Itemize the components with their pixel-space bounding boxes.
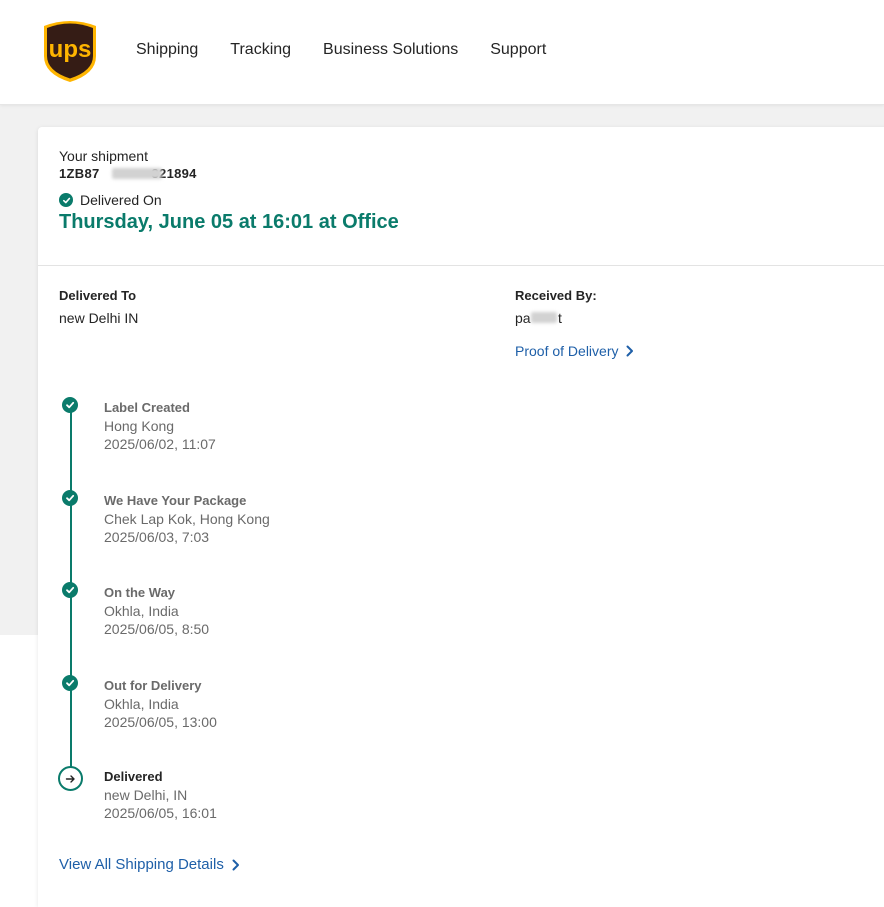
arrow-right-circle-icon: [58, 766, 83, 791]
step-title: Delivered: [104, 769, 163, 784]
tracking-redaction: [112, 168, 162, 179]
shipment-summary: Your shipment 1ZB87 321894 Delivered On T…: [38, 127, 884, 266]
step-title: On the Way: [104, 585, 176, 600]
tracking-card: Your shipment 1ZB87 321894 Delivered On T…: [38, 127, 884, 907]
step-title: We Have Your Package: [104, 493, 247, 508]
check-circle-icon: [62, 397, 78, 413]
step-location: Chek Lap Kok, Hong Kong: [104, 511, 270, 527]
step-details: Out for Delivery Okhla, India 2025/06/05…: [104, 677, 217, 731]
ups-logo[interactable]: ups: [41, 18, 99, 84]
step-details: Delivered new Delhi, IN 2025/06/05, 16:0…: [104, 768, 217, 822]
delivered-on-label: Delivered On: [80, 192, 162, 208]
step-location: Okhla, India: [104, 696, 179, 712]
your-shipment-heading: Your shipment: [59, 148, 148, 164]
step-time: 2025/06/03, 7:03: [104, 529, 210, 545]
step-time: 2025/06/05, 13:00: [104, 714, 217, 730]
step-details: On the Way Okhla, India 2025/06/05, 8:50: [104, 584, 209, 638]
received-by-redaction: [531, 312, 557, 323]
step-title: Out for Delivery: [104, 678, 202, 693]
received-by-value: pa: [515, 310, 531, 326]
svg-text:ups: ups: [49, 36, 92, 63]
delivery-date: Thursday, June 05 at 16:01 at Office: [59, 211, 399, 233]
chevron-right-icon: [232, 859, 239, 870]
received-by-label: Received By:: [515, 288, 597, 303]
chevron-right-icon: [626, 345, 634, 357]
step-details: We Have Your Package Chek Lap Kok, Hong …: [104, 492, 270, 546]
view-all-shipping-details-link[interactable]: View All Shipping Details: [59, 856, 240, 873]
main-nav: Shipping Tracking Business Solutions Sup…: [136, 40, 578, 60]
check-circle-icon: [62, 490, 78, 506]
step-location: Okhla, India: [104, 603, 179, 619]
nav-shipping[interactable]: Shipping: [136, 40, 198, 60]
proof-of-delivery-link[interactable]: Proof of Delivery: [515, 343, 634, 359]
delivery-status: Delivered On: [59, 192, 162, 208]
delivered-to-value: new Delhi IN: [59, 310, 139, 326]
step-time: 2025/06/05, 8:50: [104, 621, 210, 637]
nav-tracking[interactable]: Tracking: [230, 40, 291, 60]
view-all-shipping-details-label: View All Shipping Details: [59, 856, 224, 873]
delivered-to-label: Delivered To: [59, 288, 137, 303]
step-title: Label Created: [104, 400, 190, 415]
step-location: Hong Kong: [104, 418, 175, 434]
step-details: Label Created Hong Kong 2025/06/02, 11:0…: [104, 399, 216, 453]
site-header: ups Shipping Tracking Business Solutions…: [0, 0, 884, 105]
check-circle-icon: [62, 675, 78, 691]
step-time: 2025/06/05, 16:01: [104, 805, 217, 821]
proof-of-delivery-label: Proof of Delivery: [515, 343, 619, 359]
check-circle-icon: [62, 582, 78, 598]
step-location: new Delhi, IN: [104, 787, 188, 803]
nav-business-solutions[interactable]: Business Solutions: [323, 40, 458, 60]
check-circle-icon: [59, 193, 73, 207]
step-time: 2025/06/02, 11:07: [104, 436, 216, 452]
nav-support[interactable]: Support: [490, 40, 546, 60]
received-by-value-end: t: [558, 310, 562, 326]
